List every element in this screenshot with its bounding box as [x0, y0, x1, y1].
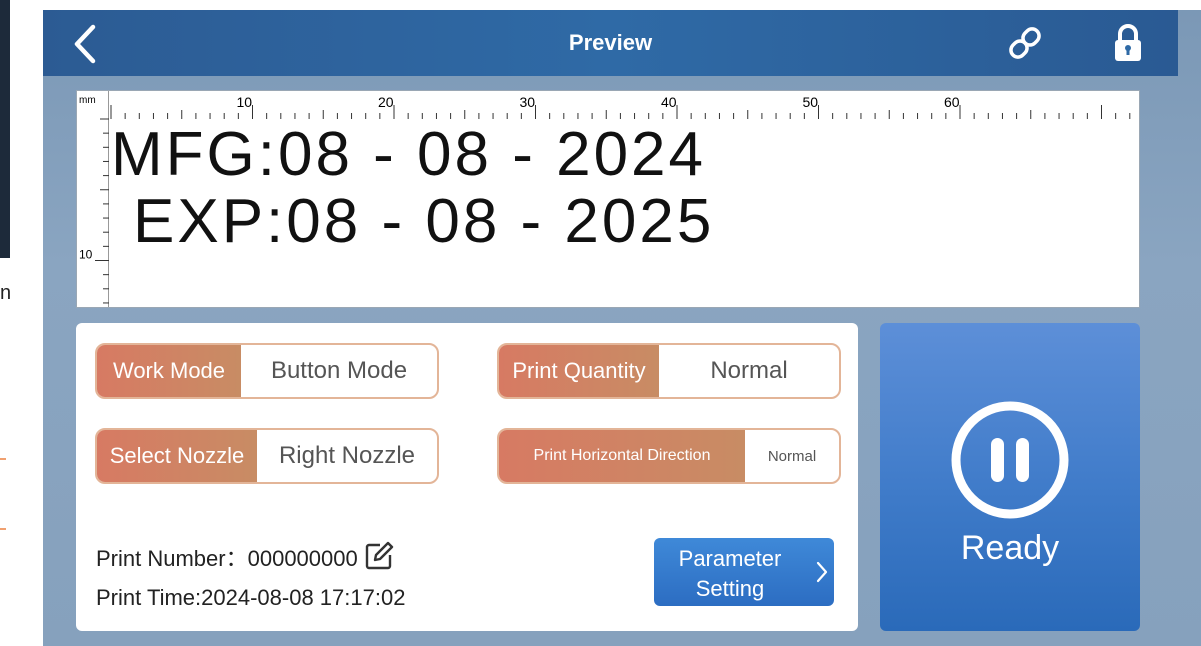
print-time-label: Print Time:: [96, 585, 202, 610]
print-horizontal-direction-label: Print Horizontal Direction: [499, 430, 745, 482]
select-nozzle-field[interactable]: Select Nozzle Right Nozzle: [95, 428, 439, 484]
edit-icon: [365, 541, 393, 570]
pause-icon: [951, 401, 1069, 519]
select-nozzle-value: Right Nozzle: [278, 442, 416, 469]
parameter-setting-label-line: Parameter: [678, 546, 782, 571]
parameter-setting-label-line: Setting: [695, 576, 765, 601]
ruler-unit-label: mm: [79, 95, 96, 106]
settings-panel: Work Mode Button Mode Print Quantity Nor…: [76, 323, 858, 631]
background-window-strip: n: [0, 0, 42, 646]
work-mode-value: Button Mode: [270, 357, 408, 384]
ruler-label: 60: [944, 94, 960, 110]
print-number-label: Print Number：: [96, 546, 248, 571]
print-time-row: Print Time:2024-08-08 17:17:02: [96, 585, 405, 611]
print-status-button[interactable]: Ready: [880, 323, 1140, 631]
print-preview-canvas: 10 20 30 40 50 60 10 mm MFG:08 - 08 - 2024 EX…: [76, 90, 1140, 308]
ruler-top: 10 20 30 40 50 60: [110, 94, 1131, 119]
edit-print-number-button[interactable]: [364, 541, 394, 571]
parameter-setting-label: Parameter Setting: [654, 544, 806, 604]
print-quantity-field[interactable]: Print Quantity Normal: [497, 343, 841, 399]
print-time-value: 2024-08-08 17:17:02: [201, 585, 406, 610]
chevron-right-icon: [816, 561, 828, 583]
background-window-mark: [0, 528, 6, 530]
print-quantity-value: Normal: [710, 357, 788, 384]
lock-icon: [1115, 24, 1141, 61]
ruler-label: 50: [803, 94, 819, 110]
print-quantity-label: Print Quantity: [499, 345, 659, 397]
link-icon: [1009, 27, 1041, 59]
work-mode-label: Work Mode: [97, 345, 241, 397]
print-number-row: Print Number：000000000: [96, 541, 394, 573]
select-nozzle-label: Select Nozzle: [97, 430, 257, 482]
ruler-label: 40: [661, 94, 677, 110]
ruler-label: 10: [237, 94, 253, 110]
preview-text-line: EXP:08 - 08 - 2025: [133, 187, 715, 256]
ruler-label: 30: [520, 94, 536, 110]
header-bar: Preview: [43, 10, 1178, 76]
ruler-left: 10: [79, 91, 109, 307]
ruler-label: 10: [79, 248, 93, 262]
background-window-dark-area: [0, 0, 10, 258]
parameter-setting-button[interactable]: Parameter Setting: [654, 538, 834, 606]
print-number-value: 000000000: [247, 546, 358, 571]
status-label: Ready: [960, 529, 1060, 567]
background-window-text: n: [0, 282, 12, 304]
ruler-label: 20: [378, 94, 394, 110]
work-mode-field[interactable]: Work Mode Button Mode: [95, 343, 439, 399]
printer-app: Preview 10 20 30 40 50 60 10 mm MFG:08 - 08 -…: [43, 10, 1201, 646]
print-horizontal-direction-field[interactable]: Print Horizontal Direction Normal: [497, 428, 841, 484]
lock-button[interactable]: [1111, 22, 1145, 64]
link-button[interactable]: [1005, 22, 1045, 64]
preview-text-line: MFG:08 - 08 - 2024: [111, 120, 707, 189]
background-window-mark: [0, 458, 6, 460]
print-horizontal-direction-value: Normal: [767, 447, 817, 465]
